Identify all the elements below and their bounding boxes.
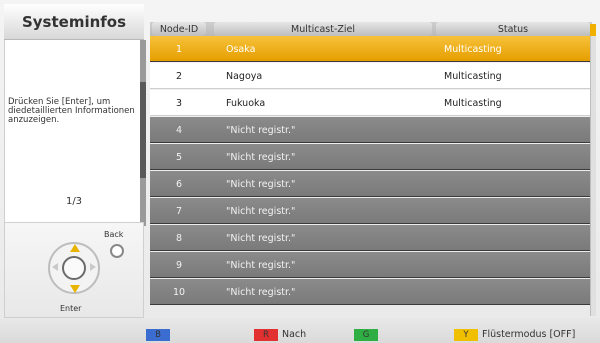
- enter-button-icon[interactable]: [62, 256, 86, 280]
- table-row[interactable]: 2 Nagoya Multicasting: [150, 63, 592, 89]
- status-text: Multicasting: [444, 97, 502, 109]
- back-button-icon[interactable]: [110, 244, 124, 258]
- status-text: [444, 279, 584, 305]
- instruction-text: Drücken Sie [Enter], um diedetaillierten…: [8, 97, 135, 125]
- table-row[interactable]: 10 "Nicht registr.": [150, 279, 592, 305]
- status-text: [444, 117, 584, 143]
- status-text: [444, 198, 584, 224]
- target-name: Osaka: [226, 43, 256, 55]
- arrow-left-icon[interactable]: [52, 263, 58, 271]
- node-id: 4: [175, 124, 183, 136]
- yellow-key[interactable]: Y: [454, 329, 478, 341]
- page-indicator: 1/3: [65, 196, 83, 207]
- target-name: "Nicht registr.": [226, 178, 296, 190]
- node-id: 3: [175, 97, 183, 109]
- status-text: Multicasting: [444, 43, 502, 55]
- table-row[interactable]: 4 "Nicht registr.": [150, 117, 592, 143]
- red-key[interactable]: R: [254, 329, 278, 341]
- table-scrollbar[interactable]: [590, 24, 596, 316]
- status-text: [444, 144, 584, 170]
- node-id: 10: [172, 286, 186, 298]
- scroll-up-indicator[interactable]: [590, 24, 596, 36]
- header-status: Status: [436, 22, 590, 36]
- enter-label: Enter: [60, 304, 82, 313]
- table-row[interactable]: 6 "Nicht registr.": [150, 171, 592, 197]
- status-text: [444, 252, 584, 278]
- table-row[interactable]: 1 Osaka Multicasting: [150, 36, 592, 62]
- target-name: "Nicht registr.": [226, 232, 296, 244]
- node-id: 8: [175, 232, 183, 244]
- table-row[interactable]: 5 "Nicht registr.": [150, 144, 592, 170]
- yellow-key-label: Flüstermodus [OFF]: [482, 329, 576, 340]
- target-name: "Nicht registr.": [226, 205, 296, 217]
- node-id: 2: [175, 70, 183, 82]
- target-name: "Nicht registr.": [226, 124, 296, 136]
- panel-title: Systeminfos: [4, 4, 144, 40]
- node-id: 9: [175, 259, 183, 271]
- table-row[interactable]: 9 "Nicht registr.": [150, 252, 592, 278]
- target-name: "Nicht registr.": [226, 259, 296, 271]
- status-text: Multicasting: [444, 70, 502, 82]
- status-text: [444, 225, 584, 251]
- green-key[interactable]: G: [354, 329, 378, 341]
- target-name: "Nicht registr.": [226, 151, 296, 163]
- node-id: 7: [175, 205, 183, 217]
- back-label: Back: [104, 230, 124, 239]
- red-key-label: Nach: [282, 329, 307, 340]
- arrow-down-icon[interactable]: [70, 285, 80, 293]
- node-id: 5: [175, 151, 183, 163]
- arrow-right-icon[interactable]: [90, 263, 96, 271]
- blue-key[interactable]: B: [146, 329, 170, 341]
- node-id: 6: [175, 178, 183, 190]
- table-row[interactable]: 7 "Nicht registr.": [150, 198, 592, 224]
- status-text: [444, 171, 584, 197]
- header-node-id: Node-ID: [152, 22, 206, 36]
- arrow-up-icon[interactable]: [70, 244, 80, 252]
- target-name: Nagoya: [226, 70, 263, 82]
- target-name: "Nicht registr.": [226, 286, 296, 298]
- node-id: 1: [175, 43, 183, 55]
- panel-scrollbar-thumb[interactable]: [140, 82, 146, 178]
- table-row[interactable]: 3 Fukuoka Multicasting: [150, 90, 592, 116]
- target-name: Fukuoka: [226, 97, 266, 109]
- header-target: Multicast-Ziel: [214, 22, 432, 36]
- table-row[interactable]: 8 "Nicht registr.": [150, 225, 592, 251]
